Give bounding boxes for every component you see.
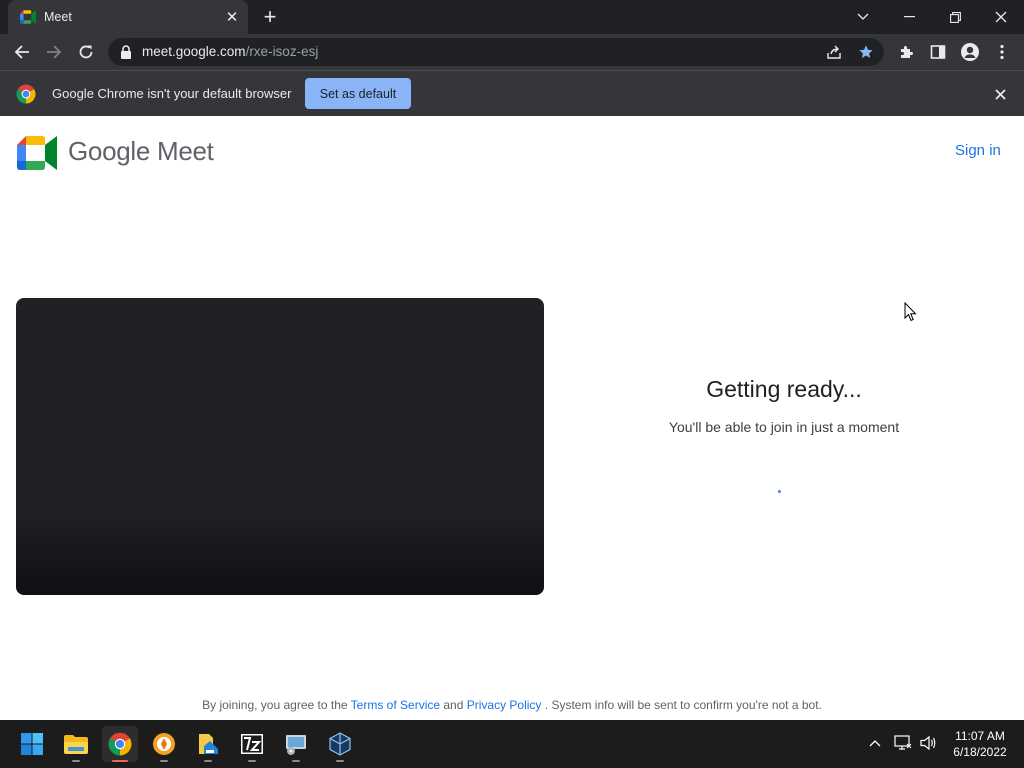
more-menu-icon[interactable]	[988, 38, 1016, 66]
virtualbox-icon[interactable]	[322, 726, 358, 762]
loading-spinner	[778, 490, 781, 493]
lock-icon[interactable]	[120, 45, 132, 59]
brand-name: Google Meet	[68, 136, 214, 166]
file-explorer-icon[interactable]	[58, 726, 94, 762]
side-panel-icon[interactable]	[924, 38, 952, 66]
meet-icon	[20, 9, 36, 25]
video-preview	[16, 298, 544, 595]
sign-in-link[interactable]: Sign in	[955, 142, 1001, 159]
volume-icon[interactable]	[918, 732, 940, 754]
running-indicator	[336, 760, 344, 762]
browser-toolbar: meet.google.com/rxe-isoz-esj	[0, 34, 1024, 70]
getting-ready-title: Getting ready...	[706, 376, 862, 402]
running-indicator	[204, 760, 212, 762]
forward-icon[interactable]	[40, 38, 68, 66]
running-indicator	[160, 760, 168, 762]
running-indicator	[112, 760, 128, 762]
tab-strip: Meet ✕ +	[0, 0, 1024, 34]
show-hidden-icons-icon[interactable]	[864, 732, 886, 754]
7zip-icon[interactable]	[234, 726, 270, 762]
terms-suffix: . System info will be sent to confirm yo…	[544, 698, 822, 712]
google-meet-logo-icon	[17, 136, 57, 170]
back-icon[interactable]	[8, 38, 36, 66]
network-icon[interactable]	[892, 732, 914, 754]
privacy-browser-icon[interactable]	[146, 726, 182, 762]
infobar-close-icon[interactable]	[989, 83, 1011, 105]
terms-of-service-link[interactable]: Terms of Service	[351, 698, 440, 712]
extensions-icon[interactable]	[892, 38, 920, 66]
clock-time: 11:07 AM	[955, 729, 1005, 743]
windows-taskbar: 11:07 AM 6/18/2022	[0, 720, 1024, 768]
share-icon[interactable]	[820, 38, 848, 66]
url-text: meet.google.com/rxe-isoz-esj	[142, 44, 318, 59]
infobar-message: Google Chrome isn't your default browser	[52, 86, 292, 101]
clock-date: 6/18/2022	[953, 745, 1007, 759]
running-indicator	[248, 760, 256, 762]
running-indicator	[72, 760, 80, 762]
bookmark-star-icon[interactable]	[852, 38, 880, 66]
running-indicator	[292, 760, 300, 762]
terms-prefix: By joining, you agree to the	[202, 698, 348, 712]
privacy-policy-link[interactable]: Privacy Policy	[467, 698, 542, 712]
meet-page: Google Meet Sign in Getting ready... You…	[0, 116, 1024, 720]
minimize-icon[interactable]	[886, 0, 932, 34]
chrome-taskbar-icon[interactable]	[102, 726, 138, 762]
start-icon[interactable]	[14, 726, 50, 762]
url-host: meet.google.com	[142, 44, 246, 59]
new-tab-button[interactable]: +	[258, 4, 282, 29]
mouse-cursor-icon	[904, 301, 918, 322]
restore-icon[interactable]	[932, 0, 978, 34]
reload-icon[interactable]	[72, 38, 100, 66]
profile-icon[interactable]	[956, 38, 984, 66]
tab-close-icon[interactable]: ✕	[222, 7, 242, 27]
close-window-icon[interactable]	[978, 0, 1024, 34]
tab-title: Meet	[44, 10, 72, 24]
set-as-default-button[interactable]: Set as default	[305, 78, 411, 109]
terms-and: and	[443, 698, 464, 712]
tab-search-icon[interactable]	[840, 0, 886, 34]
file-manager-icon[interactable]	[190, 726, 226, 762]
network-app-icon[interactable]	[278, 726, 314, 762]
terms-notice: By joining, you agree to the Terms of Se…	[0, 698, 1024, 712]
tab-meet[interactable]: Meet ✕	[8, 0, 248, 34]
getting-ready-subtitle: You'll be able to join in just a moment	[668, 419, 900, 435]
chrome-logo-icon	[16, 84, 36, 104]
url-path: /rxe-isoz-esj	[245, 44, 319, 59]
system-clock[interactable]: 11:07 AM 6/18/2022	[944, 728, 1016, 760]
address-bar[interactable]: meet.google.com/rxe-isoz-esj	[108, 38, 884, 66]
default-browser-infobar: Google Chrome isn't your default browser…	[0, 70, 1024, 116]
